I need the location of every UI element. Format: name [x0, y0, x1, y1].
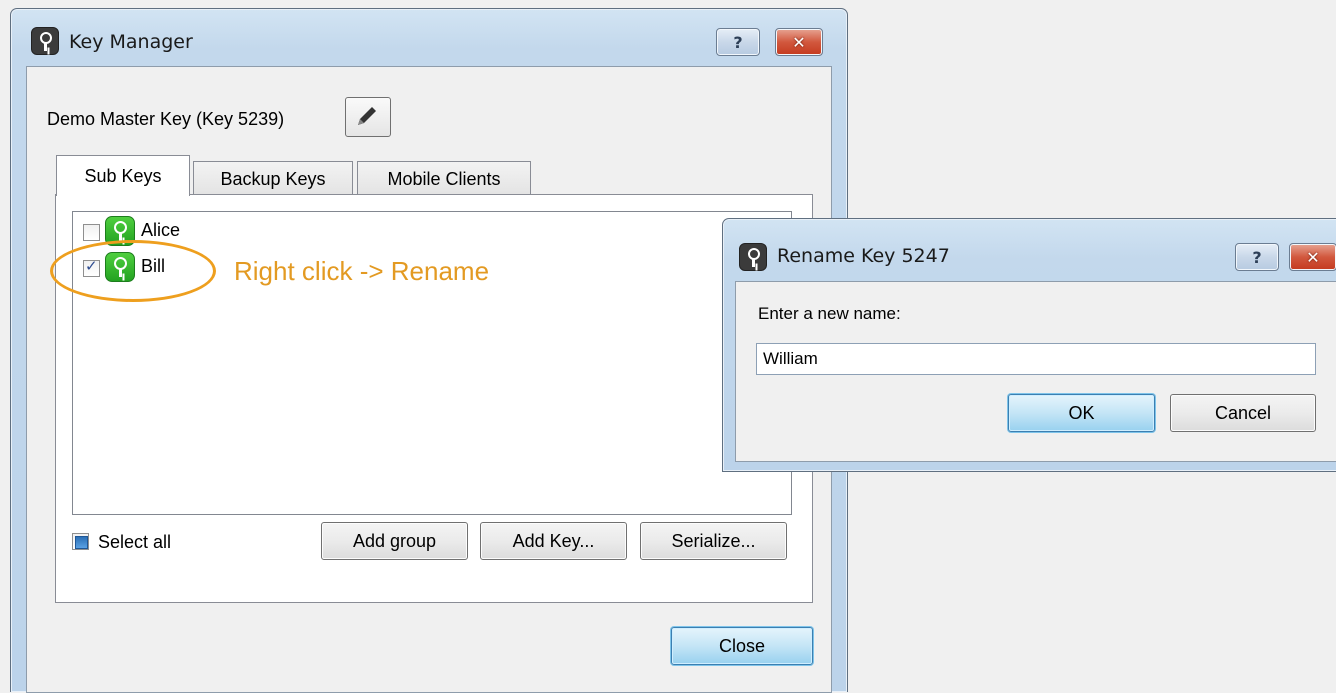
rename-key-dialog: Rename Key 5247 ? ✕ Enter a new name: Wi… [722, 218, 1336, 472]
serialize-button[interactable]: Serialize... [640, 522, 787, 560]
tab-backup-keys[interactable]: Backup Keys [193, 161, 353, 196]
new-name-prompt: Enter a new name: [758, 304, 901, 323]
rename-dialog-title: Rename Key 5247 [777, 245, 950, 267]
close-dialog-button[interactable]: ✕ [1289, 243, 1336, 271]
tab-mobile-clients[interactable]: Mobile Clients [357, 161, 531, 196]
key-manager-title: Key Manager [69, 31, 193, 53]
key-app-icon [739, 243, 767, 271]
cancel-button[interactable]: Cancel [1170, 394, 1316, 432]
pencil-icon [358, 107, 376, 125]
edit-master-key-button[interactable] [345, 97, 391, 137]
key-manager-client: Demo Master Key (Key 5239) Sub Keys Back… [26, 66, 832, 693]
select-all-checkbox[interactable] [72, 533, 89, 550]
alice-checkbox[interactable] [83, 224, 100, 241]
help-button[interactable]: ? [716, 28, 760, 56]
annotation-text: Right click -> Rename [234, 256, 490, 286]
select-all-label: Select all [98, 532, 172, 552]
ok-button[interactable]: OK [1008, 394, 1155, 432]
close-button[interactable]: Close [671, 627, 813, 665]
master-key-label: Demo Master Key (Key 5239) [47, 109, 285, 129]
add-group-button[interactable]: Add group [321, 522, 468, 560]
rename-dialog-client: Enter a new name: William OK Cancel [735, 281, 1336, 462]
highlight-ellipse [50, 240, 216, 302]
help-button[interactable]: ? [1235, 243, 1279, 271]
key-app-icon [31, 27, 59, 55]
close-window-button[interactable]: ✕ [775, 28, 823, 56]
rename-dialog-titlebar[interactable]: Rename Key 5247 ? ✕ [723, 219, 1336, 271]
key-manager-titlebar[interactable]: Key Manager ? ✕ [11, 9, 847, 67]
tree-item-label: Alice [141, 220, 181, 240]
new-name-input[interactable]: William [756, 343, 1316, 375]
tab-sub-keys[interactable]: Sub Keys [56, 155, 190, 196]
add-key-button[interactable]: Add Key... [480, 522, 627, 560]
